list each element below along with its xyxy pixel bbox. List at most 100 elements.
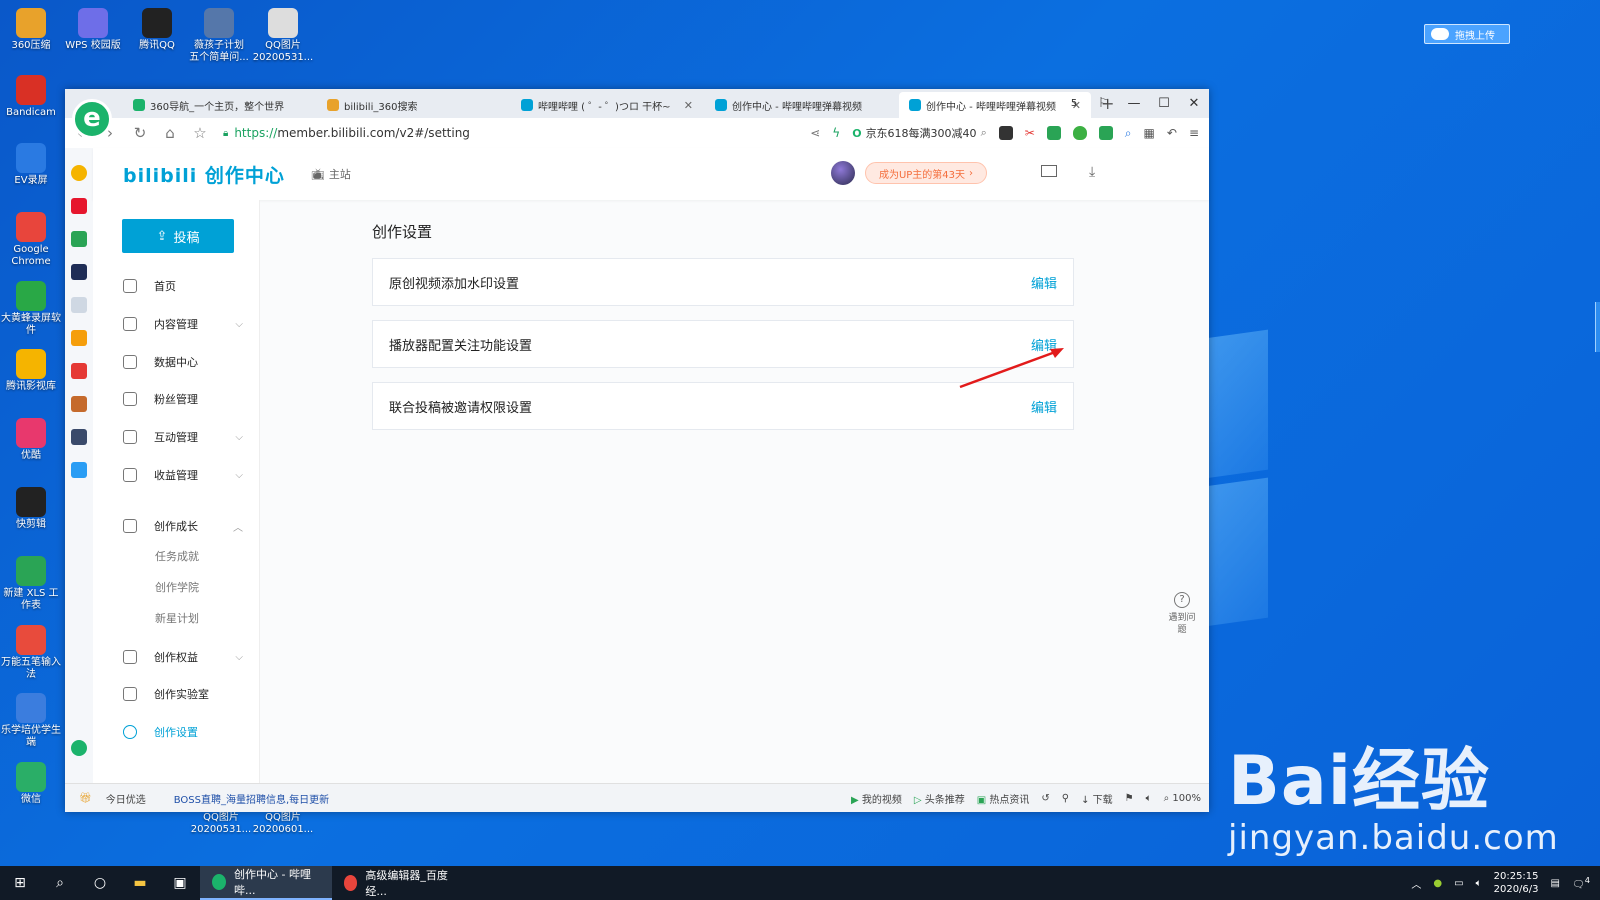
gamepad-icon[interactable] [1098,126,1113,140]
tab-close-icon[interactable]: ✕ [684,99,693,112]
favorite-star-icon[interactable]: ☆ [185,124,215,142]
message-icon[interactable] [1041,165,1057,177]
file-explorer-icon[interactable]: ▬ [120,875,160,891]
up-days-badge[interactable]: 成为UP主的第43天 › [865,162,987,184]
browser-tab[interactable]: 创作中心 - 哔哩哔哩弹幕视频 [705,92,897,118]
search-box[interactable]: O 京东618每满300减40 ⌕ [852,125,987,141]
nav-item[interactable]: 数据中心 [123,352,243,372]
desktop-icon[interactable]: 360压缩 [0,8,62,52]
desktop-icon[interactable]: 腾讯QQ [126,8,188,52]
boss-ad-link[interactable]: BOSS直聘_海量招聘信息,每日更新 [174,791,329,806]
add-sidebar-icon[interactable] [71,740,87,756]
browser-tab[interactable]: 哔哩哔哩 ( ゜- ゜)つロ 干杯~ ✕ [511,92,703,118]
pin-icon[interactable]: ⚲ [1062,793,1069,804]
desktop-icon[interactable]: EV录屏 [0,143,62,187]
nav-item[interactable]: 创作实验室 [123,684,243,704]
nav-item[interactable]: 创作成长 ︿ [123,516,243,536]
favorites-icon[interactable] [71,165,87,181]
magnifier-icon[interactable]: ⌕ [1125,126,1132,141]
apps-grid-icon[interactable]: ▦ [1144,126,1155,140]
notes-icon[interactable] [71,297,87,313]
battle-game-icon[interactable] [71,429,87,445]
skin-icon[interactable]: ⚐ [1089,96,1119,111]
maximize-button[interactable]: ☐ [1149,96,1179,111]
refresh-button[interactable]: ↻ [125,124,155,142]
desktop-icon[interactable]: 大黄蜂录屏软件 [0,281,62,337]
sub-nav-item[interactable]: 创作学院 [155,579,199,595]
nav-item[interactable]: 首页 [123,276,243,296]
nav-item[interactable]: 收益管理 ⌵ [123,465,243,485]
download-link[interactable]: ↓ 下载 [1081,791,1113,806]
nav-item[interactable]: 粉丝管理 [123,389,243,409]
zoom-level[interactable]: ⌕ 100% [1164,793,1201,804]
undo-icon[interactable]: ↶ [1167,126,1177,140]
volume-icon[interactable]: 🔈︎ [1146,793,1152,804]
desktop-icon[interactable]: 薇孩子计划 五个简单问... [188,8,250,64]
drag-upload-button[interactable]: 拖拽上传 [1424,24,1510,44]
volume-icon[interactable]: 🔈︎ [1476,878,1482,889]
taskbar-app[interactable]: 高级编辑器_百度经... [332,866,464,900]
desktop-icon[interactable]: 优酷 [0,418,62,462]
help-button[interactable]: ? 遇到问题 [1167,592,1197,636]
news-icon[interactable] [71,264,87,280]
speed-icon[interactable]: ϟ [832,126,840,140]
today-picks-link[interactable]: 今日优选 [106,791,146,806]
my-video-link[interactable]: ▶ 我的视频 [851,791,902,806]
rotate-icon[interactable]: ↺ [1041,793,1049,804]
nav-item[interactable]: 内容管理 ⌵ [123,314,243,334]
share-icon[interactable]: ⋖ [810,126,820,140]
action-center-icon[interactable]: ▤ [1551,878,1560,889]
desktop-icon[interactable]: 新建 XLS 工作表 [0,556,62,612]
desktop-icon[interactable]: 快剪辑 [0,487,62,531]
desktop-icon[interactable]: Google Chrome [0,212,62,268]
game-icon[interactable] [71,396,87,412]
desktop-icon[interactable]: Bandicam [0,75,62,119]
minimize-button[interactable]: — [1119,96,1149,111]
desktop-icon[interactable]: 腾讯影视库 [0,349,62,393]
menu-icon[interactable]: ≡ [1189,126,1199,140]
clock[interactable]: 20:25:15 2020/6/3 [1494,870,1539,896]
headline-link[interactable]: ▷ 头条推荐 [914,791,965,806]
bilibili-logo[interactable]: bilibili 创作中心 [123,161,285,188]
flag-icon[interactable]: ⚑ [1125,793,1134,804]
desktop-icon[interactable]: QQ图片20200531... [190,812,252,836]
desktop-icon[interactable]: QQ图片20200601... [252,812,314,836]
mail-icon[interactable] [71,231,87,247]
close-window-button[interactable]: ✕ [1179,96,1209,111]
shopping-icon[interactable] [71,330,87,346]
download-icon[interactable]: ⤓ [1089,164,1095,180]
taskbar-app[interactable]: 创作中心 - 哔哩哔... [200,866,332,900]
weibo-icon[interactable] [71,198,87,214]
network-icon[interactable]: ▭ [1454,878,1463,889]
shield-icon[interactable] [1072,126,1087,140]
store-icon[interactable]: ▣ [160,875,200,891]
sub-nav-item[interactable]: 新星计划 [155,610,199,626]
cortana-icon[interactable]: ○ [80,875,120,891]
url-field[interactable]: 🔒︎ https://member.bilibili.com/v2#/setti… [223,126,603,140]
desktop-icon[interactable]: 乐学培优学生端 [0,693,62,749]
pay-icon[interactable] [71,462,87,478]
search-icon[interactable]: ⌕ [40,875,80,891]
browser-tab[interactable]: 360导航_一个主页，整个世界 [123,92,315,118]
edit-link[interactable]: 编辑 [1031,397,1057,416]
sub-nav-item[interactable]: 任务成就 [155,548,199,564]
main-site-link[interactable]: 📺︎ 主站 [311,166,351,182]
extension-game-icon[interactable] [998,126,1013,140]
desktop-icon[interactable]: WPS 校园版 [62,8,124,52]
start-windows-icon[interactable]: ⊞ [0,875,40,891]
nav-item[interactable]: 创作权益 ⌵ [123,647,243,667]
desktop-icon[interactable]: QQ图片20200531... [252,8,314,64]
notification-icon[interactable]: 🗨︎4 [1572,875,1590,890]
browser-tab[interactable]: bilibili_360搜索 [317,92,509,118]
post-button[interactable]: ⇪ 投稿 [122,219,234,253]
tray-expand-icon[interactable]: ︿ [1411,876,1421,891]
browser-logo-icon[interactable]: e [72,99,112,139]
tray-360-icon[interactable]: ● [1433,878,1442,889]
translate-icon[interactable] [1046,126,1061,140]
desktop-icon[interactable]: 微信 [0,762,62,806]
hot-news-link[interactable]: ▣ 热点资讯 [977,791,1030,806]
desktop-icon[interactable]: 万能五笔输入法 [0,625,62,681]
mini-app-icon[interactable] [71,363,87,379]
nav-item[interactable]: 互动管理 ⌵ [123,427,243,447]
scissors-icon[interactable]: ✂ [1025,126,1035,140]
